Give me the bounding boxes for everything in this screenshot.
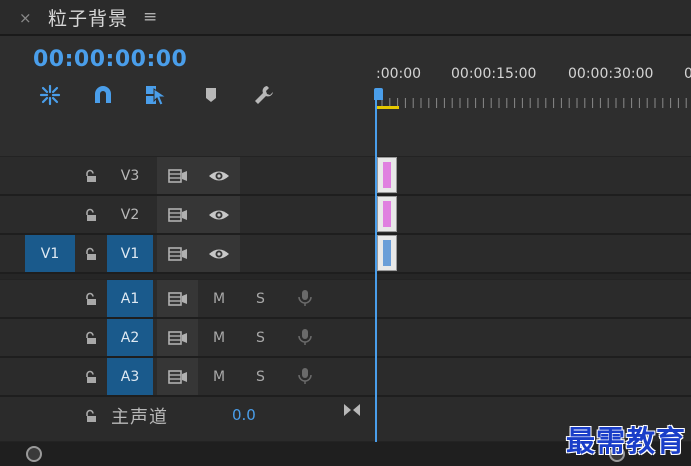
add-marker-icon[interactable] — [198, 82, 224, 108]
eye-icon[interactable] — [208, 167, 230, 185]
master-volume-value[interactable]: 0.0 — [232, 406, 256, 424]
sync-lock-icon[interactable] — [167, 167, 189, 185]
mute-button-a2[interactable]: M — [213, 330, 225, 346]
sequence-tab-title[interactable]: 粒子背景 — [48, 4, 128, 31]
clip-label-bar — [383, 201, 391, 227]
microphone-icon[interactable] — [294, 367, 316, 385]
playhead-timecode[interactable]: 00:00:00:00 — [33, 47, 187, 72]
playhead-handle[interactable] — [374, 88, 383, 100]
track-header-master — [0, 397, 375, 441]
linked-selection-icon[interactable] — [143, 82, 169, 108]
scrollbar-handle-left[interactable] — [26, 446, 42, 462]
close-panel-icon[interactable]: × — [19, 9, 32, 27]
track-label-v2[interactable]: V2 — [107, 196, 153, 233]
track-lane-v1[interactable] — [377, 235, 691, 273]
ruler-ticks — [381, 98, 687, 108]
lock-icon[interactable] — [84, 330, 98, 344]
lock-icon[interactable] — [84, 369, 98, 383]
clip-label-bar — [383, 240, 391, 266]
track-lane-a3[interactable] — [377, 358, 691, 396]
clip-v2[interactable] — [377, 196, 397, 232]
sync-lock-icon[interactable] — [167, 245, 189, 263]
sync-lock-icon[interactable] — [167, 329, 189, 347]
snap-icon[interactable] — [90, 82, 116, 108]
track-lane-a1[interactable] — [377, 280, 691, 318]
track-lane-a2[interactable] — [377, 319, 691, 357]
panel-menu-icon[interactable]: ≡ — [143, 7, 157, 27]
lock-icon[interactable] — [84, 207, 98, 221]
track-lane-v2[interactable] — [377, 196, 691, 234]
track-label-v3[interactable]: V3 — [107, 157, 153, 194]
track-label-a2[interactable]: A2 — [107, 319, 153, 356]
solo-button-a3[interactable]: S — [256, 369, 265, 385]
lock-icon[interactable] — [84, 168, 98, 182]
eye-icon[interactable] — [208, 245, 230, 263]
playhead-line[interactable] — [375, 90, 377, 442]
clip-v1[interactable] — [377, 235, 397, 271]
sync-lock-icon[interactable] — [167, 290, 189, 308]
track-label-v1[interactable]: V1 — [107, 235, 153, 272]
watermark-logo: 最需教育 — [566, 424, 687, 458]
solo-button-a2[interactable]: S — [256, 330, 265, 346]
source-patch-v1[interactable]: V1 — [25, 235, 75, 272]
ruler-label-15: 00:00:15:00 — [451, 66, 537, 82]
clip-label-bar — [383, 162, 391, 188]
master-track-label: 主声道 — [111, 407, 168, 428]
clip-v3[interactable] — [377, 157, 397, 193]
ruler-label-30: 00:00:30:00 — [568, 66, 654, 82]
mute-button-a3[interactable]: M — [213, 369, 225, 385]
eye-icon[interactable] — [208, 206, 230, 224]
track-label-a1[interactable]: A1 — [107, 280, 153, 317]
sync-lock-icon[interactable] — [167, 206, 189, 224]
track-lane-v3[interactable] — [377, 157, 691, 195]
lock-icon[interactable] — [84, 408, 98, 422]
track-label-a3[interactable]: A3 — [107, 358, 153, 395]
solo-button-a1[interactable]: S — [256, 291, 265, 307]
go-to-point-icon[interactable] — [343, 403, 361, 421]
mute-button-a1[interactable]: M — [213, 291, 225, 307]
sync-lock-icon[interactable] — [167, 368, 189, 386]
microphone-icon[interactable] — [294, 289, 316, 307]
lock-icon[interactable] — [84, 246, 98, 260]
lock-icon[interactable] — [84, 291, 98, 305]
ruler-label-45: 0 — [684, 66, 691, 82]
nest-sequence-icon[interactable] — [37, 82, 63, 108]
video-audio-divider — [0, 274, 691, 279]
work-area-bar[interactable] — [377, 106, 399, 109]
ruler-label-0: :00:00 — [376, 66, 422, 82]
settings-wrench-icon[interactable] — [251, 82, 277, 108]
microphone-icon[interactable] — [294, 328, 316, 346]
